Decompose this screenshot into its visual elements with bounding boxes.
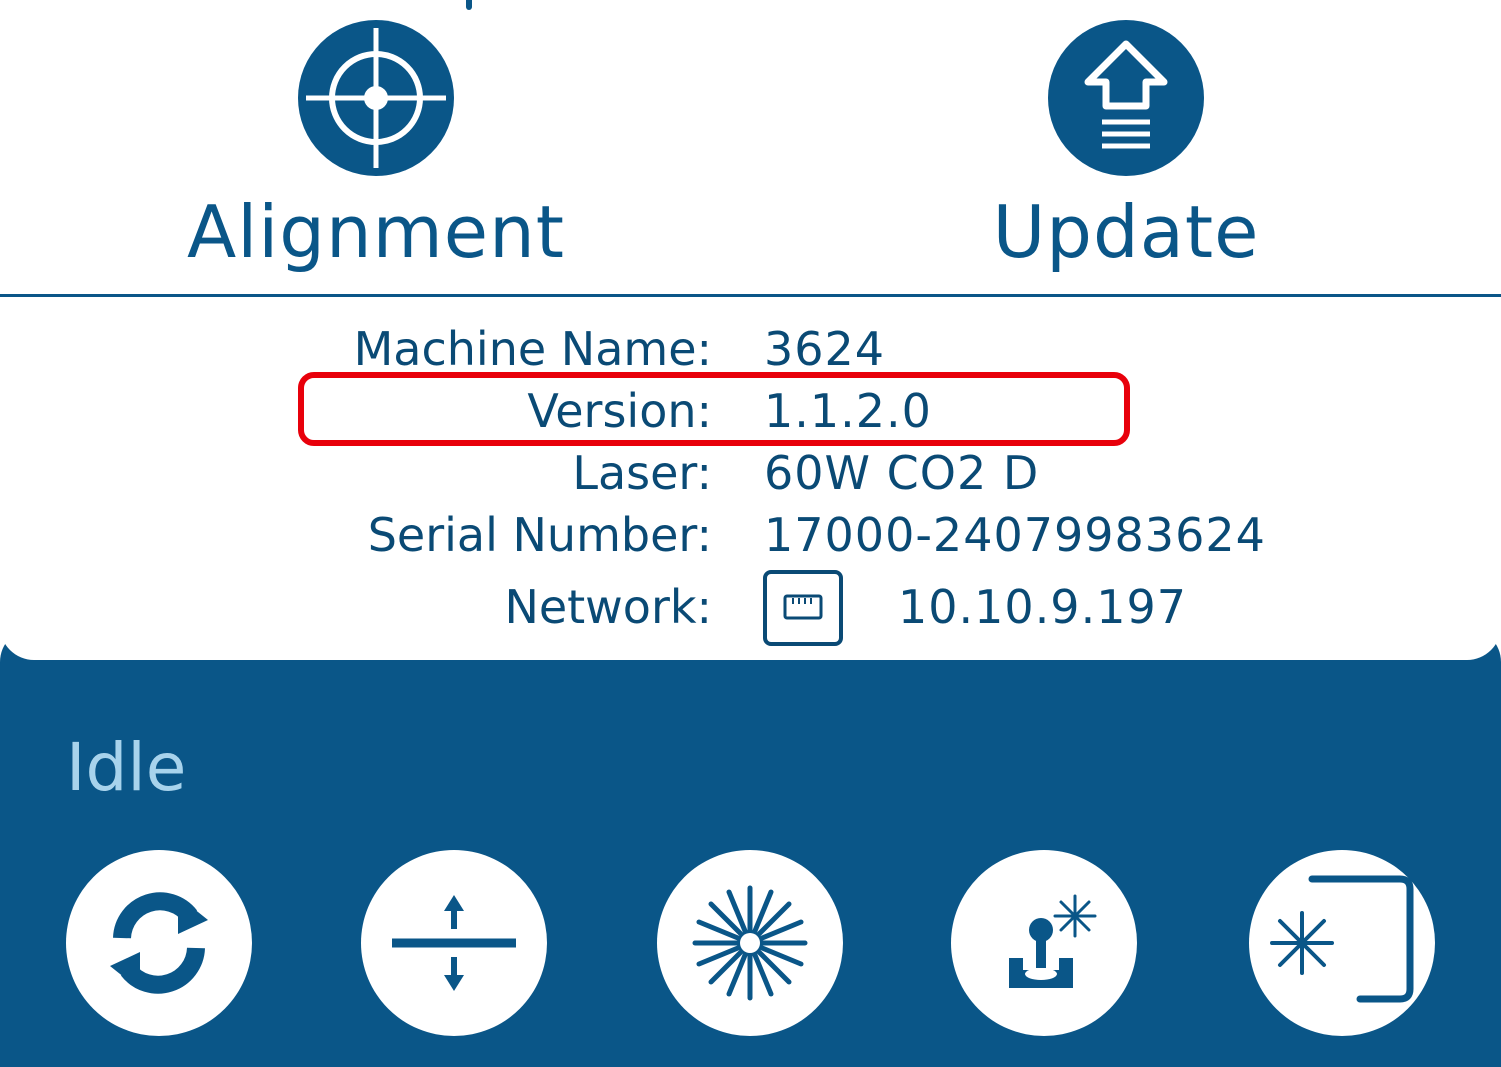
info-row-machine-name: Machine Name: 3624 bbox=[0, 318, 1501, 380]
serial-number-value: 17000-24079983624 bbox=[764, 508, 1266, 562]
alignment-label: Alignment bbox=[187, 190, 565, 274]
info-row-serial-number: Serial Number: 17000-24079983624 bbox=[0, 504, 1501, 566]
trace-frame-icon bbox=[1270, 875, 1414, 1003]
alignment-button[interactable]: Alignment bbox=[116, 20, 636, 274]
laser-fire-button[interactable] bbox=[657, 850, 843, 1036]
update-circle bbox=[1048, 20, 1204, 176]
info-row-network: Network: 10.10.9.197 bbox=[0, 576, 1501, 638]
machine-status: Idle bbox=[66, 729, 187, 806]
jog-laser-icon bbox=[1009, 894, 1097, 988]
trace-frame-button[interactable] bbox=[1249, 850, 1435, 1036]
machine-name-key: Machine Name: bbox=[353, 322, 712, 376]
alignment-circle bbox=[298, 20, 454, 176]
section-divider bbox=[0, 294, 1501, 297]
update-button[interactable]: Update bbox=[866, 20, 1386, 274]
refresh-button[interactable] bbox=[66, 850, 252, 1036]
network-key: Network: bbox=[504, 580, 712, 634]
info-row-laser: Laser: 60W CO2 D bbox=[0, 442, 1501, 504]
focus-height-button[interactable] bbox=[361, 850, 547, 1036]
machine-name-value: 3624 bbox=[764, 322, 886, 376]
version-highlight-box bbox=[298, 372, 1130, 446]
update-label: Update bbox=[992, 190, 1260, 274]
crosshair-icon bbox=[306, 28, 446, 168]
cutoff-header-fragment bbox=[466, 0, 472, 10]
refresh-icon bbox=[110, 892, 208, 994]
upload-arrow-icon bbox=[1084, 40, 1168, 149]
laser-key: Laser: bbox=[572, 446, 712, 500]
serial-number-key: Serial Number: bbox=[367, 508, 712, 562]
network-value: 10.10.9.197 bbox=[898, 580, 1187, 634]
laser-fire-icon bbox=[692, 885, 808, 1001]
ethernet-port-icon bbox=[763, 570, 843, 646]
jog-laser-button[interactable] bbox=[951, 850, 1137, 1036]
laser-value: 60W CO2 D bbox=[764, 446, 1040, 500]
focus-height-icon bbox=[392, 895, 516, 991]
